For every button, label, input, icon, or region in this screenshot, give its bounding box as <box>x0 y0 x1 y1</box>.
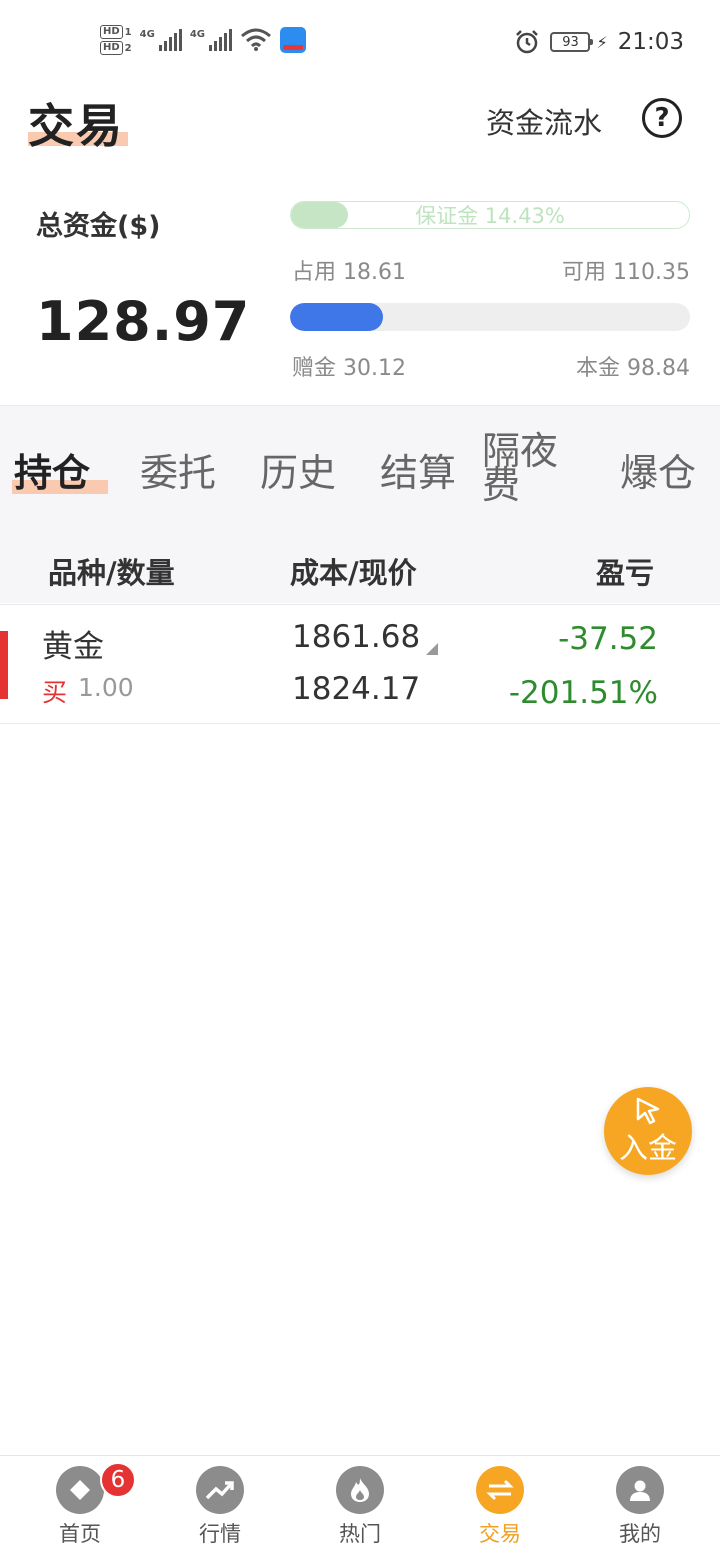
position-quantity: 1.00 <box>78 673 134 702</box>
home-badge: 6 <box>100 1462 136 1498</box>
principal-funds: 本金 98.84 <box>576 356 690 381</box>
position-direction-marker <box>0 631 8 699</box>
battery-level: 93 <box>562 34 579 50</box>
tab-section: 持仓 委托 历史 结算 隔夜费 爆仓 品种/数量 成本/现价 盈亏 <box>0 405 720 603</box>
fund-flow-link[interactable]: 资金流水 <box>486 100 602 142</box>
hd2-sub: 2 <box>124 42 132 54</box>
nav-market-label: 行情 <box>199 1522 241 1546</box>
bonus-funds: 赠金 30.12 <box>292 356 406 381</box>
tab-overnight-fee[interactable]: 隔夜费 <box>482 432 574 504</box>
bonus-progress-fill <box>290 303 384 331</box>
battery-icon: 93 <box>550 32 594 52</box>
nav-home-label: 首页 <box>59 1522 101 1546</box>
total-funds-label: 总资金($) <box>36 211 161 242</box>
tab-orders[interactable]: 委托 <box>140 442 216 497</box>
nav-home[interactable]: 6 首页 <box>10 1462 150 1556</box>
page-title: 交易 <box>28 99 124 153</box>
signal-icon-1: 4G <box>140 29 182 51</box>
nav-trade-label: 交易 <box>479 1522 521 1546</box>
position-pnl-percent: -201.51% <box>508 675 658 711</box>
hd2-label: HD <box>100 41 123 55</box>
status-left: HD 1 HD 2 4G 4G <box>100 20 306 60</box>
deposit-button[interactable]: 入金 <box>604 1087 692 1175</box>
position-price: 1824.17 <box>292 671 421 707</box>
nav-market[interactable]: 行情 <box>150 1466 290 1556</box>
hd1-sub: 1 <box>124 26 132 38</box>
alarm-icon <box>516 30 539 54</box>
column-cost-price: 成本/现价 <box>290 556 417 590</box>
status-bar: HD 1 HD 2 4G 4G 93 ⚡ 21:03 <box>0 0 720 84</box>
hd-indicators: HD 1 HD 2 <box>100 25 132 55</box>
margin-progress-bar: 保证金 14.43% <box>290 201 690 229</box>
status-right: 93 ⚡ 21:03 <box>514 24 684 60</box>
nav-hot-label: 热门 <box>339 1522 381 1546</box>
tab-history[interactable]: 历史 <box>260 442 336 497</box>
used-funds: 占用 18.61 <box>292 260 406 285</box>
fire-icon <box>336 1466 384 1514</box>
corner-triangle-icon <box>426 643 438 655</box>
hd1-label: HD <box>100 25 123 39</box>
nav-trade[interactable]: 交易 <box>430 1466 570 1556</box>
net2-label: 4G <box>189 29 205 40</box>
bonus-progress-bar <box>290 303 690 331</box>
wifi-icon <box>241 28 271 51</box>
deposit-label: 入金 <box>618 1131 677 1165</box>
help-icon[interactable]: ? <box>642 98 682 138</box>
tab-liquidation[interactable]: 爆仓 <box>620 442 696 497</box>
tab-settlement[interactable]: 结算 <box>380 442 456 497</box>
page-title-wrap: 交易 <box>28 90 128 156</box>
user-icon <box>616 1466 664 1514</box>
total-funds-value: 128.97 <box>36 290 251 353</box>
bottom-nav: 6 首页 行情 热门 交易 我的 <box>0 1455 720 1560</box>
available-funds: 可用 110.35 <box>562 260 690 285</box>
hd1-badge: HD 1 <box>100 25 132 39</box>
column-instrument: 品种/数量 <box>48 556 175 590</box>
cursor-icon <box>636 1097 660 1125</box>
home-icon <box>56 1466 104 1514</box>
clock: 21:03 <box>617 29 684 55</box>
column-pnl: 盈亏 <box>596 556 655 590</box>
hd2-badge: HD 2 <box>100 41 132 55</box>
signal-icon-2: 4G <box>190 29 232 51</box>
exchange-icon <box>476 1466 524 1514</box>
position-row[interactable]: 黄金 买 1.00 1861.68 1824.17 -37.52 -201.51… <box>0 604 720 724</box>
nav-profile-label: 我的 <box>619 1522 661 1546</box>
net1-label: 4G <box>139 29 155 40</box>
app-notification-icon <box>279 27 306 53</box>
nav-hot[interactable]: 热门 <box>290 1466 430 1556</box>
trend-icon <box>196 1466 244 1514</box>
position-direction: 买 <box>42 678 68 707</box>
margin-label: 保证金 14.43% <box>415 204 565 228</box>
position-name: 黄金 <box>42 629 104 665</box>
charging-icon: ⚡ <box>596 32 608 52</box>
nav-profile[interactable]: 我的 <box>570 1466 710 1556</box>
position-cost: 1861.68 <box>292 619 421 655</box>
tab-positions[interactable]: 持仓 <box>14 442 90 497</box>
position-pnl: -37.52 <box>558 621 658 657</box>
